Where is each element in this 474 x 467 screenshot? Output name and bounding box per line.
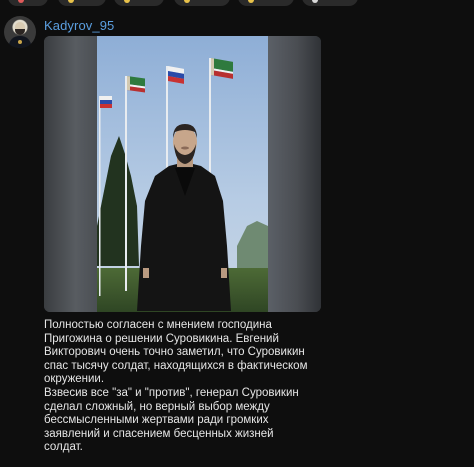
channel-avatar[interactable]	[4, 16, 36, 48]
reaction-chip[interactable]	[58, 0, 106, 6]
reaction-chip[interactable]	[302, 0, 358, 6]
post-text-line: окружении.	[44, 373, 105, 386]
post-text-line: сделал сложный, но верный выбор между	[44, 400, 270, 413]
post-text-line: Пригожина о решении Суровикина. Евгений	[44, 332, 279, 345]
emoji-icon	[248, 0, 254, 3]
post-text-line: Взвесив все "за" и "против", генерал Сур…	[44, 386, 299, 399]
post-text-line: спас тысячу солдат, находящихся в фактич…	[44, 359, 308, 372]
post-photo[interactable]	[44, 36, 321, 312]
post-text-line: Викторович очень точно заметил, что Суро…	[44, 346, 305, 359]
photo-scene	[97, 36, 268, 312]
photo-man-flags-icon	[97, 36, 268, 312]
photo-blur-left	[44, 36, 97, 312]
reaction-chip[interactable]	[8, 0, 48, 6]
emoji-icon	[124, 0, 130, 3]
reactions-bar	[0, 0, 474, 8]
emoji-icon	[184, 0, 190, 3]
avatar-beard	[15, 29, 25, 35]
post-text-line: бессмысленными жертвами ради громких	[44, 414, 269, 427]
emoji-icon	[312, 0, 318, 3]
heart-icon	[18, 0, 24, 3]
post-text-line: Полностью согласен с мнением господина	[44, 319, 272, 331]
reaction-chip[interactable]	[238, 0, 294, 6]
post-text-line: заявлений и спасением бесценных жизней	[44, 427, 274, 440]
thumbs-up-icon	[68, 0, 74, 3]
photo-blur-right	[268, 36, 321, 312]
avatar-emblem-icon	[18, 40, 22, 44]
post-text: Полностью согласен с мнением господина П…	[44, 319, 344, 455]
post-text-line: солдат.	[44, 441, 83, 454]
reaction-chip[interactable]	[174, 0, 230, 6]
channel-name[interactable]: Kadyrov_95	[44, 18, 114, 33]
reaction-chip[interactable]	[114, 0, 164, 6]
